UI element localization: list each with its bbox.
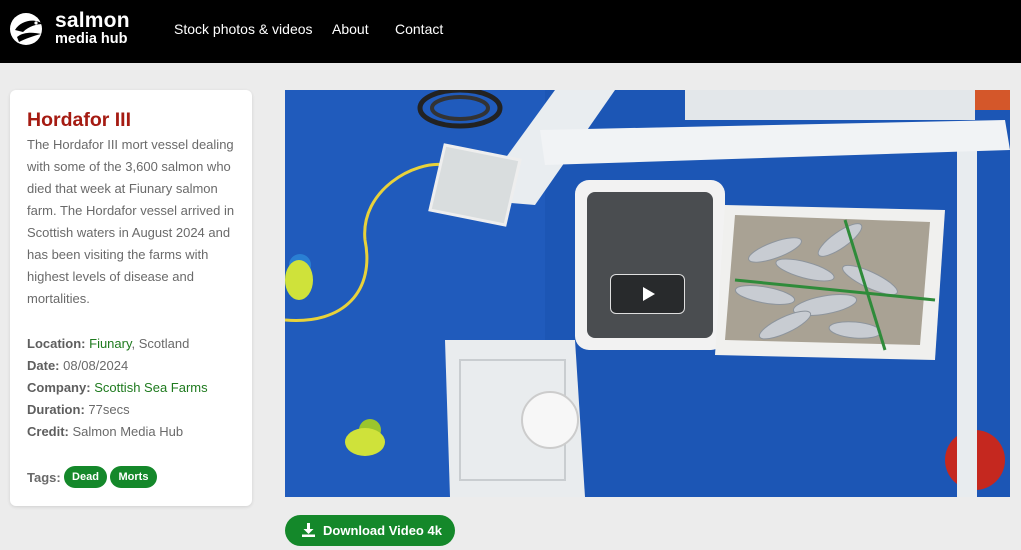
site-logo[interactable]: salmon media hub — [9, 9, 139, 50]
credit-value: Salmon Media Hub — [72, 424, 184, 439]
location-region: , Scotland — [131, 336, 190, 351]
nav-stock-photos-videos[interactable]: Stock photos & videos — [174, 21, 313, 37]
date-value: 08/08/2024 — [63, 358, 129, 373]
meta-credit: Credit: Salmon Media Hub — [27, 424, 183, 439]
tag-morts[interactable]: Morts — [110, 466, 157, 488]
date-label: Date: — [27, 358, 60, 373]
play-icon — [643, 287, 655, 301]
location-label: Location: — [27, 336, 86, 351]
media-info-card: Hordafor III The Hordafor III mort vesse… — [10, 90, 252, 506]
logo-text-salmon: salmon — [55, 9, 130, 32]
play-button[interactable] — [610, 274, 685, 314]
meta-company: Company: Scottish Sea Farms — [27, 380, 208, 395]
tag-dead[interactable]: Dead — [64, 466, 107, 488]
tags-label: Tags: — [27, 470, 61, 485]
salmon-logo-icon — [10, 13, 43, 45]
nav-contact[interactable]: Contact — [395, 21, 443, 37]
site-header: salmon media hub Stock photos & videos A… — [0, 0, 1021, 63]
company-link[interactable]: Scottish Sea Farms — [94, 380, 207, 395]
video-player[interactable] — [285, 90, 1010, 497]
download-label: Download Video 4k — [323, 523, 442, 538]
meta-duration: Duration: 77secs — [27, 402, 130, 417]
meta-location: Location: Fiunary, Scotland — [27, 336, 189, 351]
media-description: The Hordafor III mort vessel dealing wit… — [27, 137, 235, 306]
duration-value: 77secs — [88, 402, 130, 417]
location-link[interactable]: Fiunary — [89, 336, 131, 351]
nav-about[interactable]: About — [332, 21, 369, 37]
meta-date: Date: 08/08/2024 — [27, 358, 128, 373]
duration-label: Duration: — [27, 402, 85, 417]
download-video-button[interactable]: Download Video 4k — [285, 515, 455, 546]
media-title: Hordafor III — [27, 109, 132, 131]
credit-label: Credit: — [27, 424, 69, 439]
company-label: Company: — [27, 380, 91, 395]
download-icon — [302, 523, 315, 537]
logo-text-media-hub: media hub — [55, 31, 128, 47]
